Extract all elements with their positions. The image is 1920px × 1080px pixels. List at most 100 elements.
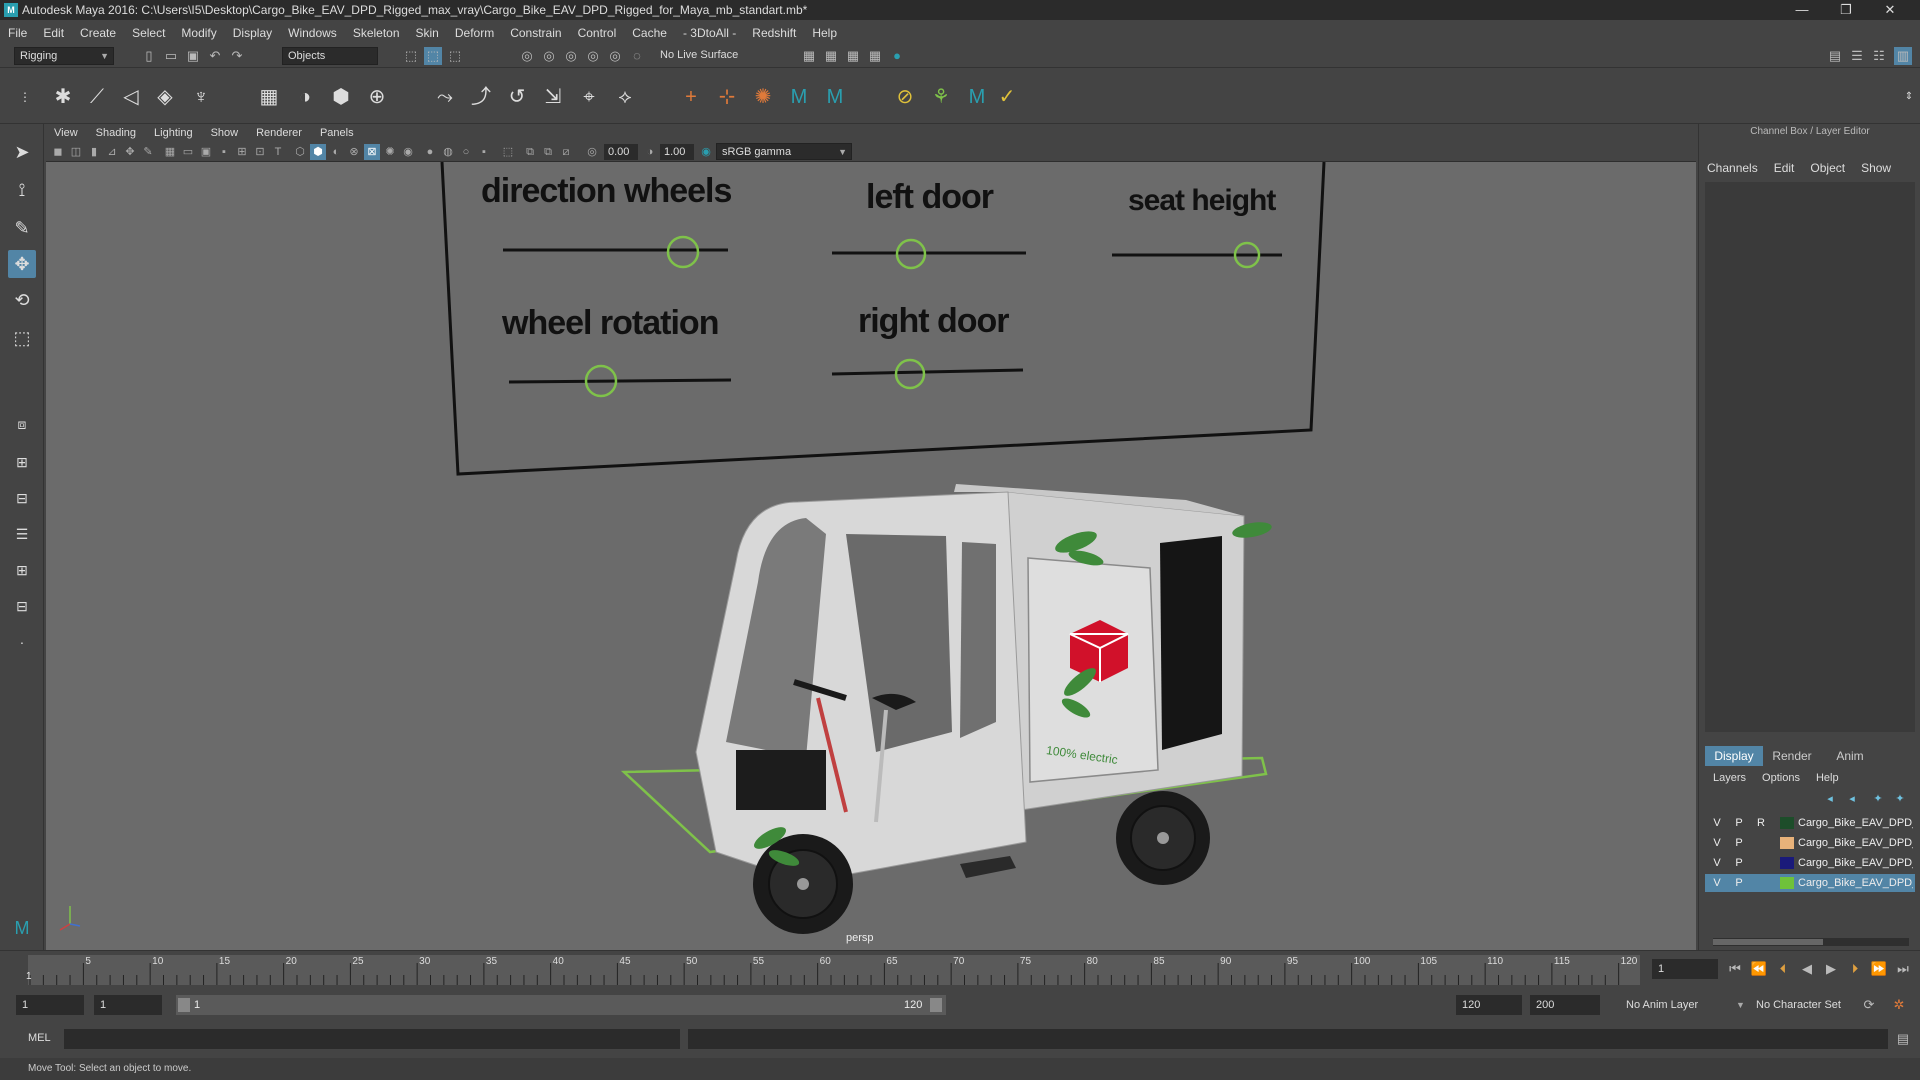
playback-start-field[interactable]: 1 [94, 995, 162, 1015]
panel-menu-show[interactable]: Show [203, 124, 249, 142]
layer-reference[interactable]: R [1751, 814, 1771, 832]
go-to-start-icon[interactable]: ⏮ [1726, 960, 1744, 978]
film-gate-icon[interactable]: ▭ [180, 144, 196, 160]
current-frame-field[interactable]: 1 [1652, 959, 1718, 979]
cargo-bike-model[interactable] [695, 484, 1273, 934]
motion-blur-icon[interactable]: ◍ [440, 144, 456, 160]
cluster-icon[interactable]: ⊕ [362, 82, 392, 112]
anim-layer-dropdown[interactable]: No Anim Layer [1626, 995, 1698, 1015]
play-forward-icon[interactable]: ▶ [1822, 960, 1840, 978]
layer-row[interactable]: V P R Cargo_Bike_EAV_DPD_ [1705, 814, 1915, 832]
le-menu-help[interactable]: Help [1808, 769, 1847, 787]
point-constraint-icon[interactable]: ⤴ [466, 82, 496, 112]
animation-end-field[interactable]: 200 [1530, 995, 1600, 1015]
select-tool-icon[interactable]: ➤ [8, 138, 36, 166]
bind-skin-icon[interactable]: ▦ [254, 82, 284, 112]
layer-color-swatch[interactable] [1780, 857, 1794, 869]
grease-pencil-icon[interactable]: ✎ [140, 144, 156, 160]
layout-two-icon[interactable]: ⊟ [8, 484, 36, 512]
menu-file[interactable]: File [0, 22, 35, 44]
time-slider[interactable]: 1 5 10 15 20 25 30 35 40 45 50 55 60 65 70 75 80 85 90 95 1… [0, 950, 1920, 988]
menu-skin[interactable]: Skin [408, 22, 447, 44]
new-layer-selected-icon[interactable]: ✦ [1891, 790, 1909, 808]
image-plane-icon[interactable]: ⊿ [104, 144, 120, 160]
resolution-gate-icon[interactable]: ▣ [198, 144, 214, 160]
ik-handle-icon[interactable]: ⟋ [82, 82, 112, 112]
snap-point-icon[interactable]: ◎ [562, 47, 580, 65]
hypershade-icon[interactable]: ● [888, 47, 906, 65]
layout-single-icon[interactable]: ⧈ [8, 410, 36, 438]
layer-row[interactable]: V P Cargo_Bike_EAV_DPD_ [1705, 854, 1915, 872]
screen-space-ao-icon[interactable]: ● [422, 144, 438, 160]
render-settings-icon[interactable]: ▦ [800, 47, 818, 65]
live-surface-label[interactable]: No Live Surface [660, 49, 738, 61]
wireframe-icon[interactable]: ⬡ [292, 144, 308, 160]
scale-tool-icon[interactable]: ⬚ [8, 324, 36, 352]
annotation-icon[interactable]: ⊹ [712, 82, 742, 112]
command-input[interactable] [64, 1029, 680, 1049]
le-menu-options[interactable]: Options [1754, 769, 1808, 787]
range-bar[interactable]: 1 120 [176, 995, 946, 1015]
tab-render[interactable]: Render [1763, 746, 1821, 766]
gamma-icon[interactable]: ◑ [642, 144, 658, 160]
layer-row[interactable]: V P Cargo_Bike_EAV_DPD_ [1705, 874, 1915, 892]
isolate-select-icon[interactable]: ⬚ [500, 144, 516, 160]
channel-box-icon[interactable]: ▥ [1894, 47, 1912, 65]
snap-view-icon[interactable]: ◎ [584, 47, 602, 65]
layer-name[interactable]: Cargo_Bike_EAV_DPD_ [1798, 874, 1913, 892]
step-back-key-icon[interactable]: ⏴ [1774, 960, 1792, 978]
layout-four-icon[interactable]: ⊞ [8, 448, 36, 476]
menu-skeleton[interactable]: Skeleton [345, 22, 408, 44]
color-management-icon[interactable]: ◉ [698, 144, 714, 160]
snap-curve-icon[interactable]: ◎ [540, 47, 558, 65]
tab-anim[interactable]: Anim [1821, 746, 1879, 766]
layout-more-icon[interactable]: · [8, 628, 36, 656]
depth-of-field-icon[interactable]: ▪ [476, 144, 492, 160]
deformer-icon[interactable]: ⊘ [890, 82, 920, 112]
menu-modify[interactable]: Modify [173, 22, 224, 44]
menu-create[interactable]: Create [72, 22, 124, 44]
layer-playback[interactable]: P [1729, 814, 1749, 832]
smooth-shade-icon[interactable]: ⬢ [310, 144, 326, 160]
render-view-icon[interactable]: ▦ [866, 47, 884, 65]
scale-constraint-icon[interactable]: ⇲ [538, 82, 568, 112]
select-component-icon[interactable]: ⬚ [446, 47, 464, 65]
script-language-label[interactable]: MEL [28, 1032, 51, 1044]
select-hierarchy-icon[interactable]: ⬚ [402, 47, 420, 65]
spark-icon[interactable]: ✺ [748, 82, 778, 112]
move-layer-up-icon[interactable]: ◂ [1821, 790, 1839, 808]
layer-playback[interactable]: P [1729, 854, 1749, 872]
hair-icon[interactable]: ⚘ [926, 82, 956, 112]
2d-pan-icon[interactable]: ✥ [122, 144, 138, 160]
range-end-handle[interactable] [930, 998, 942, 1012]
shelf-options-icon[interactable]: ⋮ [10, 82, 40, 112]
gamma-field[interactable]: 1.00 [660, 144, 694, 160]
camera-attributes-icon[interactable]: ◫ [68, 144, 84, 160]
shelf-scroll-icon[interactable]: ⇕ [1894, 82, 1920, 112]
layer-playback[interactable]: P [1729, 874, 1749, 892]
character-set-dropdown[interactable]: No Character Set [1756, 995, 1841, 1015]
attribute-editor-icon[interactable]: ☰ [1848, 47, 1866, 65]
le-menu-layers[interactable]: Layers [1705, 769, 1754, 787]
render-frame-icon[interactable]: ▦ [822, 47, 840, 65]
menu-edit[interactable]: Edit [35, 22, 72, 44]
shadows-icon[interactable]: ◉ [400, 144, 416, 160]
safe-action-icon[interactable]: ⊡ [252, 144, 268, 160]
panel-menu-panels[interactable]: Panels [312, 124, 364, 142]
tool-settings-icon[interactable]: ☷ [1870, 47, 1888, 65]
auto-key-icon[interactable]: ⟳ [1860, 996, 1878, 1014]
save-scene-icon[interactable]: ▣ [184, 47, 202, 65]
xray-icon[interactable]: ⧉ [522, 144, 538, 160]
menuset-dropdown[interactable]: Rigging ▼ [14, 47, 114, 65]
select-object-icon[interactable]: ⬚ [424, 47, 442, 65]
xray-joints-icon[interactable]: ⧉ [540, 144, 556, 160]
mash-network-icon[interactable]: M [820, 82, 850, 112]
menu-help[interactable]: Help [804, 22, 845, 44]
cb-menu-show[interactable]: Show [1853, 158, 1899, 178]
redo-icon[interactable]: ↷ [228, 47, 246, 65]
mirror-joint-icon[interactable]: ♆ [186, 82, 216, 112]
menu-display[interactable]: Display [225, 22, 280, 44]
cb-menu-channels[interactable]: Channels [1699, 158, 1766, 178]
minimize-button[interactable]: — [1782, 0, 1822, 20]
direction-wheels-control[interactable] [666, 235, 700, 269]
